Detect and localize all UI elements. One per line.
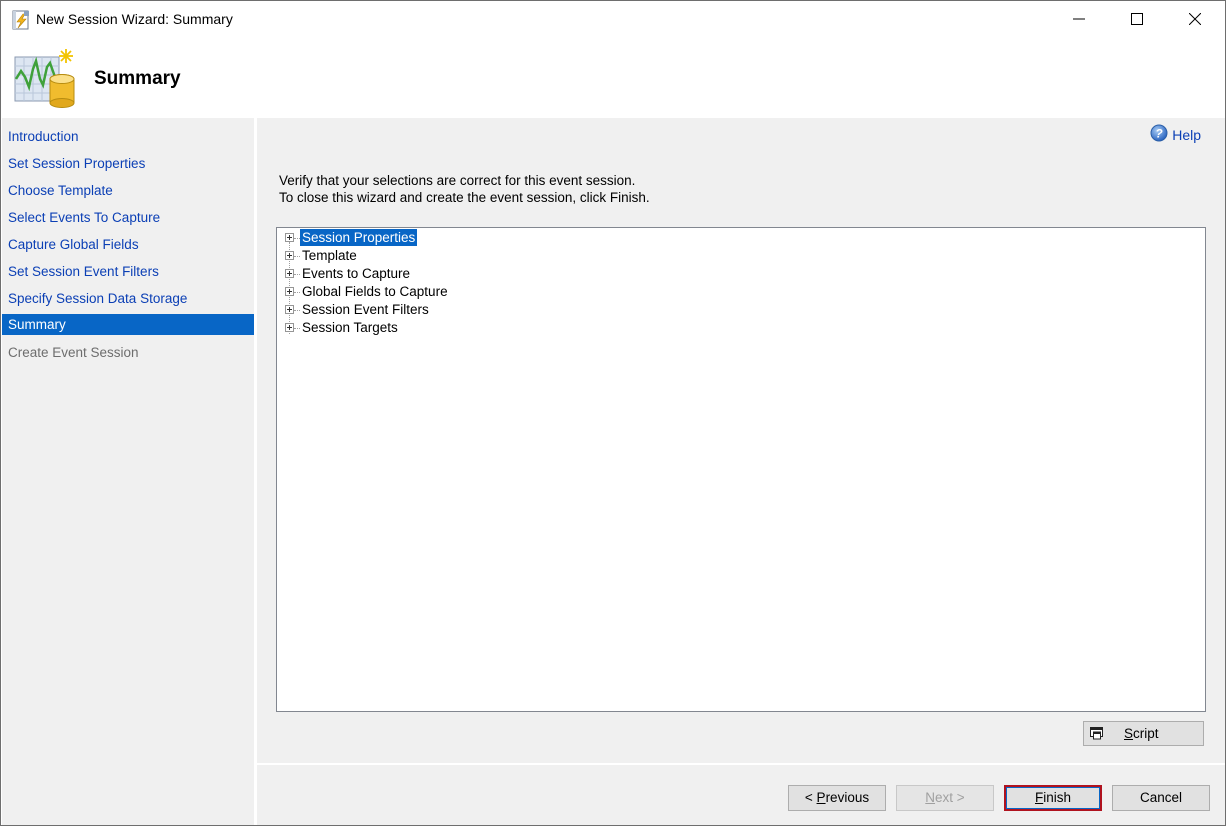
page-title: Summary bbox=[94, 68, 181, 89]
instructions: Verify that your selections are correct … bbox=[279, 172, 650, 206]
maximize-button[interactable] bbox=[1108, 1, 1166, 39]
expand-icon[interactable] bbox=[285, 269, 294, 278]
previous-button[interactable]: < Previous bbox=[788, 785, 886, 811]
expand-icon[interactable] bbox=[285, 305, 294, 314]
summary-panel: ? Help Verify that your selections are c… bbox=[257, 118, 1225, 763]
minimize-icon bbox=[1073, 13, 1085, 28]
instruction-line-2: To close this wizard and create the even… bbox=[279, 190, 650, 205]
summary-tree[interactable]: Session Properties Template Events to Ca… bbox=[276, 227, 1206, 712]
wizard-header: Summary bbox=[1, 39, 1225, 117]
close-button[interactable] bbox=[1166, 1, 1224, 39]
minimize-button[interactable] bbox=[1050, 1, 1108, 39]
wizard-steps-sidebar: Introduction Set Session Properties Choo… bbox=[2, 118, 254, 825]
script-button[interactable]: Script bbox=[1083, 721, 1204, 746]
script-label: Script bbox=[1124, 726, 1159, 741]
tree-label[interactable]: Events to Capture bbox=[300, 265, 412, 282]
help-label: Help bbox=[1172, 126, 1201, 143]
finish-mnemonic: F bbox=[1034, 790, 1044, 805]
finish-button[interactable]: Finish bbox=[1004, 785, 1102, 811]
script-mnemonic: S bbox=[1124, 726, 1134, 741]
expand-icon[interactable] bbox=[285, 251, 294, 260]
tree-label[interactable]: Template bbox=[300, 247, 359, 264]
svg-text:?: ? bbox=[1156, 127, 1164, 141]
expand-icon[interactable] bbox=[285, 323, 294, 332]
expand-icon[interactable] bbox=[285, 287, 294, 296]
script-icon bbox=[1090, 727, 1104, 743]
help-icon: ? bbox=[1150, 124, 1172, 145]
expand-icon[interactable] bbox=[285, 233, 294, 242]
sidebar-item-summary[interactable]: Summary bbox=[2, 314, 254, 335]
tree-label[interactable]: Session Event Filters bbox=[300, 301, 431, 318]
next-button: Next > bbox=[896, 785, 994, 811]
previous-label-rest: revious bbox=[825, 790, 870, 805]
event-session-database-icon bbox=[13, 47, 77, 111]
close-icon bbox=[1188, 12, 1202, 28]
cancel-button[interactable]: Cancel bbox=[1112, 785, 1210, 811]
sidebar-item-create-event-session: Create Event Session bbox=[8, 345, 139, 360]
sidebar-item-specify-data-storage[interactable]: Specify Session Data Storage bbox=[2, 288, 254, 309]
sidebar-item-set-session-properties[interactable]: Set Session Properties bbox=[2, 153, 254, 174]
instruction-line-1: Verify that your selections are correct … bbox=[279, 173, 636, 188]
tree-label[interactable]: Session Properties bbox=[300, 229, 418, 246]
wizard-window: New Session Wizard: Summary Summary Intr… bbox=[0, 0, 1226, 826]
sidebar-item-capture-global-fields[interactable]: Capture Global Fields bbox=[2, 234, 254, 255]
wizard-app-icon bbox=[11, 10, 31, 30]
sidebar-item-set-event-filters[interactable]: Set Session Event Filters bbox=[2, 261, 254, 282]
finish-label-rest: inish bbox=[1043, 790, 1071, 805]
script-label-rest: cript bbox=[1133, 726, 1159, 741]
next-mnemonic: N bbox=[925, 790, 936, 805]
title-bar[interactable]: New Session Wizard: Summary bbox=[1, 1, 1225, 39]
sidebar-item-choose-template[interactable]: Choose Template bbox=[2, 180, 254, 201]
sidebar-item-introduction[interactable]: Introduction bbox=[2, 126, 254, 147]
previous-mnemonic: P bbox=[816, 790, 826, 805]
help-link[interactable]: ? Help bbox=[1150, 124, 1201, 145]
maximize-icon bbox=[1131, 12, 1143, 28]
window-title: New Session Wizard: Summary bbox=[36, 11, 233, 27]
tree-label[interactable]: Global Fields to Capture bbox=[300, 283, 450, 300]
tree-label[interactable]: Session Targets bbox=[300, 319, 400, 336]
next-label-rest: ext > bbox=[935, 790, 965, 805]
wizard-footer: < Previous Next > Finish Cancel bbox=[257, 765, 1225, 825]
sidebar-item-select-events[interactable]: Select Events To Capture bbox=[2, 207, 254, 228]
previous-prefix: < bbox=[804, 790, 817, 805]
